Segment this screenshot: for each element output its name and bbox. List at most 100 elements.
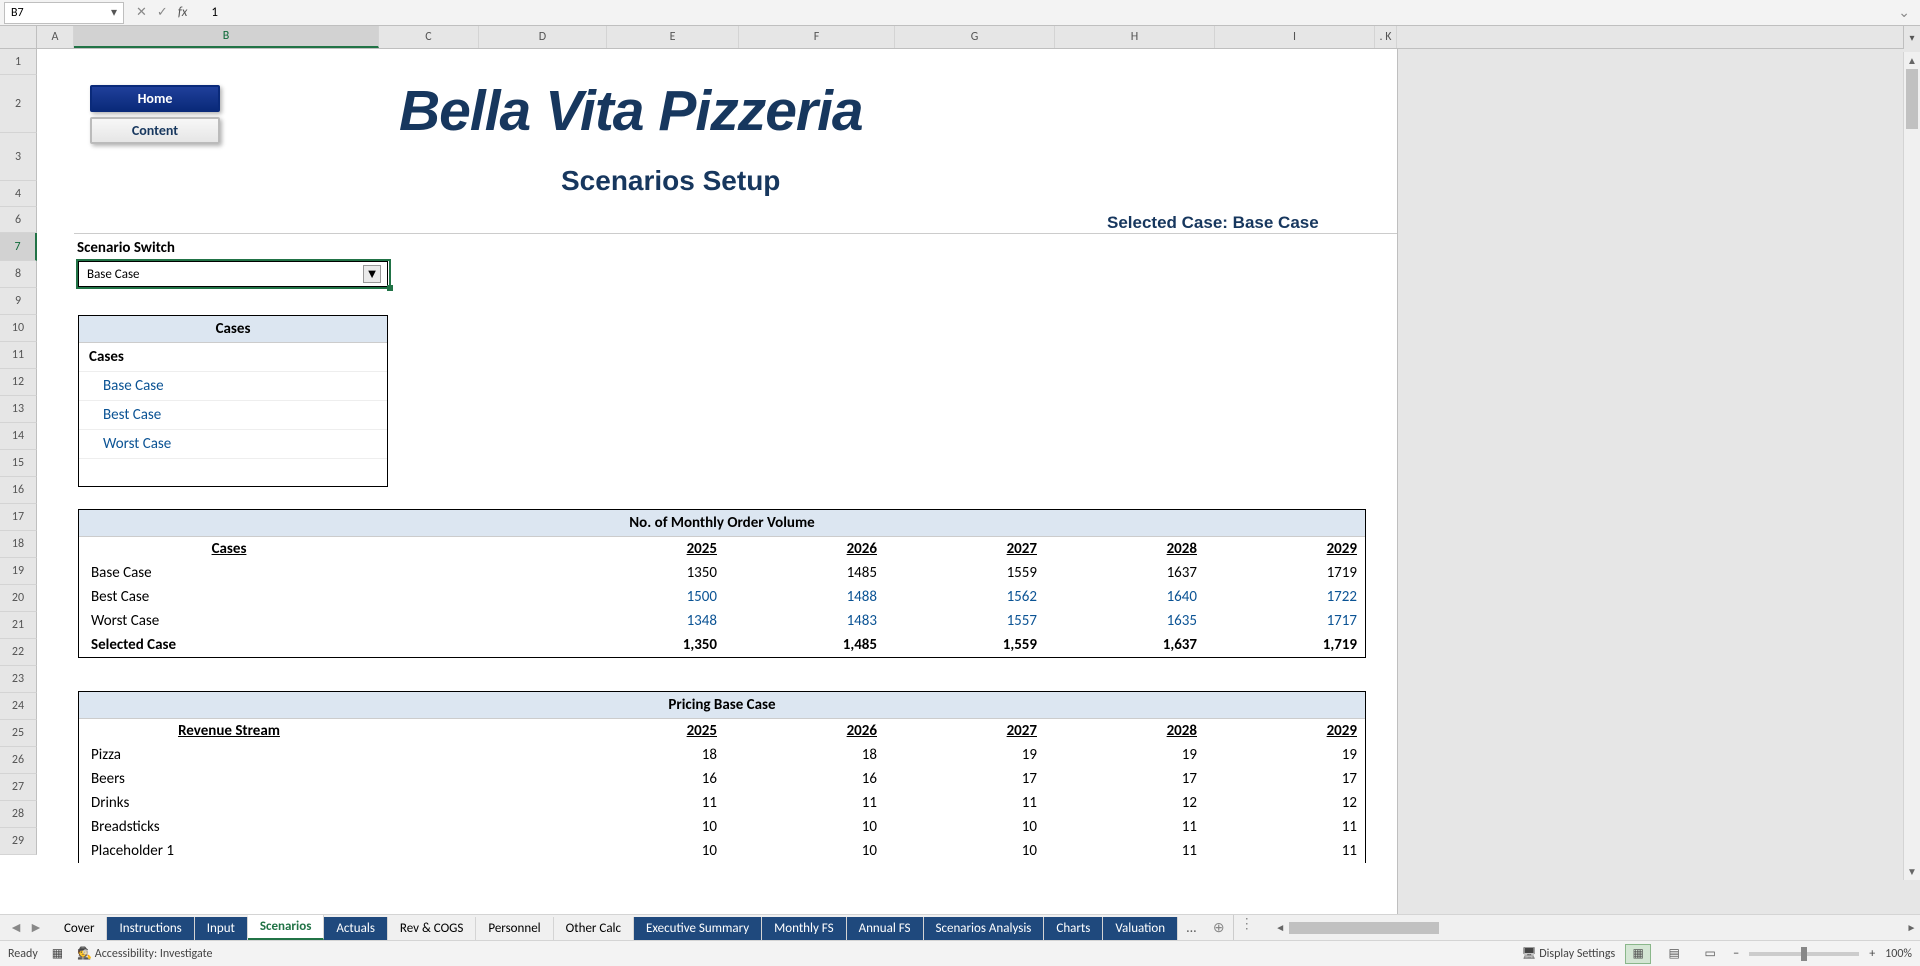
col-header[interactable]: D [479,26,607,48]
sheet-tab[interactable]: Charts [1044,917,1103,940]
cell[interactable]: 10 [885,839,1045,863]
cell[interactable]: 1,719 [1205,633,1365,657]
sheet-tab[interactable]: Other Calc [554,917,634,940]
row-header[interactable]: 20 [0,585,37,612]
cell[interactable]: 12 [1045,791,1205,815]
col-header[interactable]: G [895,26,1055,48]
cell[interactable]: 11 [1045,839,1205,863]
vertical-scrollbar[interactable]: ▲ ▼ [1903,52,1920,880]
cell[interactable]: 11 [1045,815,1205,839]
cell[interactable]: 10 [725,815,885,839]
cell[interactable]: 1722 [1205,585,1365,609]
cell[interactable]: 1348 [379,609,725,633]
sheet-tab[interactable]: Annual FS [847,917,924,940]
cell[interactable]: 11 [1205,839,1365,863]
name-box-dropdown-icon[interactable]: ▾ [111,5,117,20]
fx-icon[interactable]: fx [178,5,188,20]
case-link[interactable]: Worst Case [89,435,171,453]
sheet-tab[interactable]: Instructions [107,917,194,940]
cancel-icon[interactable]: ✕ [136,5,147,20]
cell[interactable]: 11 [1205,815,1365,839]
col-header[interactable]: B [74,26,379,48]
row-header[interactable]: 7 [0,233,37,261]
formula-value[interactable]: 1 [205,5,1892,20]
row-header[interactable]: 4 [0,181,37,207]
row-header[interactable]: 8 [0,261,37,288]
tab-split-handle[interactable]: ⋮ [1234,915,1260,940]
cell[interactable]: 10 [379,815,725,839]
col-header[interactable]: H [1055,26,1215,48]
cell[interactable]: 1562 [885,585,1045,609]
row-header[interactable]: 22 [0,639,37,666]
scroll-track[interactable] [1904,69,1920,863]
scroll-thumb[interactable] [1289,922,1439,934]
add-sheet-icon[interactable]: ⊕ [1205,915,1233,940]
row-header[interactable]: 28 [0,801,37,828]
scroll-track[interactable] [1289,921,1903,935]
case-link[interactable]: Base Case [89,377,164,395]
cell[interactable]: 17 [1045,767,1205,791]
cell[interactable]: 10 [885,815,1045,839]
row-header[interactable]: 15 [0,450,37,477]
row-header[interactable]: 26 [0,747,37,774]
scroll-right-icon[interactable]: ► [1903,921,1920,934]
cell[interactable]: 1557 [885,609,1045,633]
cell[interactable]: 16 [379,767,725,791]
cell[interactable]: 1635 [1045,609,1205,633]
cell[interactable]: 16 [725,767,885,791]
cell[interactable]: 17 [1205,767,1365,791]
row-header[interactable]: 10 [0,315,37,342]
scroll-thumb[interactable] [1906,69,1918,129]
cell[interactable]: 10 [379,839,725,863]
sheet-tab[interactable]: Actuals [324,917,388,940]
tab-next-icon[interactable]: ► [29,919,43,936]
cell[interactable]: 10 [725,839,885,863]
cell[interactable]: 19 [1045,743,1205,767]
cell[interactable]: 11 [885,791,1045,815]
row-header[interactable]: 24 [0,693,37,720]
cell[interactable]: 19 [885,743,1045,767]
row-header[interactable]: 9 [0,288,37,315]
col-header[interactable]: . K [1375,26,1397,48]
home-button[interactable]: Home [90,85,220,112]
row-header[interactable]: 14 [0,423,37,450]
sheet-tab[interactable]: Valuation [1103,917,1178,940]
scenario-select[interactable]: Base Case ▼ [78,261,388,287]
col-header[interactable]: A [37,26,74,48]
sheet-tab[interactable]: Personnel [476,917,553,940]
content-button[interactable]: Content [90,117,220,144]
row-header[interactable]: 6 [0,207,37,233]
cell[interactable]: 11 [725,791,885,815]
view-page-break-icon[interactable]: ▭ [1697,944,1723,964]
cell[interactable]: 1488 [725,585,885,609]
cell[interactable]: 17 [885,767,1045,791]
select-all-corner[interactable] [0,26,37,48]
zoom-level[interactable]: 100% [1885,947,1912,961]
cell[interactable]: 1717 [1205,609,1365,633]
cell[interactable]: 18 [725,743,885,767]
col-header[interactable]: F [739,26,895,48]
cell[interactable]: 1719 [1205,561,1365,585]
view-normal-icon[interactable]: ▦ [1625,944,1651,964]
cell[interactable]: 1500 [379,585,725,609]
cell[interactable]: 1,350 [379,633,725,657]
zoom-slider[interactable] [1749,952,1859,956]
cell[interactable]: 1,637 [1045,633,1205,657]
cell[interactable]: 1640 [1045,585,1205,609]
cell[interactable]: 1559 [885,561,1045,585]
scroll-down-icon[interactable]: ▼ [1904,863,1920,880]
tab-prev-icon[interactable]: ◄ [9,919,23,936]
col-header[interactable]: C [379,26,479,48]
cell[interactable]: 19 [1205,743,1365,767]
name-box[interactable]: B7 ▾ [4,2,124,24]
sheet-tab[interactable]: Monthly FS [762,917,846,940]
row-header[interactable]: 21 [0,612,37,639]
view-page-layout-icon[interactable]: ▤ [1661,944,1687,964]
row-header[interactable]: 13 [0,396,37,423]
row-header[interactable]: 23 [0,666,37,693]
scroll-up-icon[interactable]: ▲ [1904,52,1920,69]
sheet-tab[interactable]: Input [195,917,248,940]
row-header[interactable]: 16 [0,477,37,504]
cell[interactable]: 18 [379,743,725,767]
row-header[interactable]: 3 [0,133,37,181]
